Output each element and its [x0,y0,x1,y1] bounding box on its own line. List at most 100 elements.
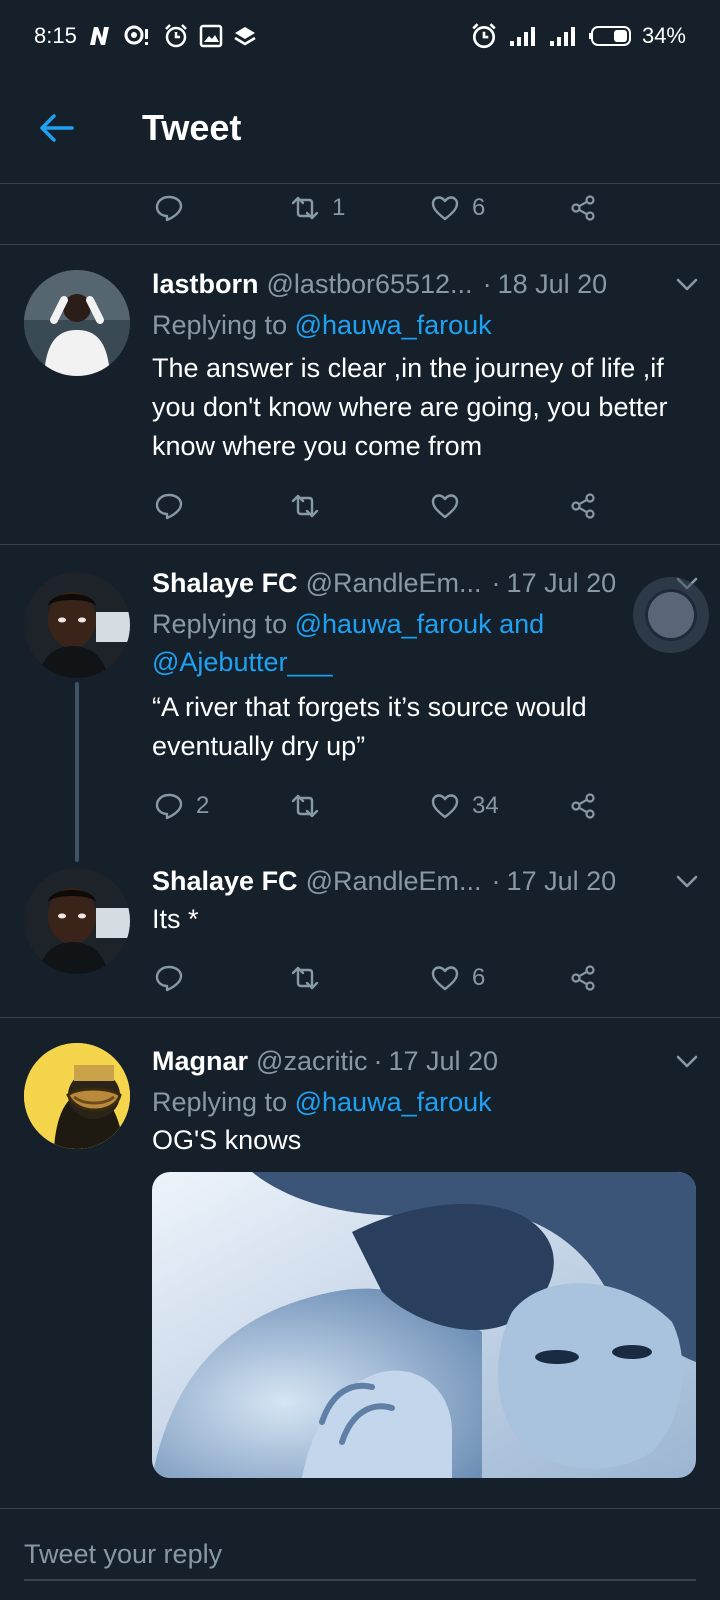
reply-button[interactable] [154,188,184,228]
tweet-actions [150,486,630,526]
author-handle[interactable]: @lastbor65512... [267,269,473,300]
retweet-count: 1 [332,194,346,221]
status-time: 8:15 [34,23,77,48]
chevron-down-icon [676,875,698,888]
retweet-button[interactable] [290,786,320,826]
avatar[interactable] [24,1043,130,1149]
share-icon [571,793,595,819]
share-button[interactable] [568,188,598,228]
share-icon [571,965,595,991]
signal-icon [508,23,538,49]
battery-percent: 34% [641,23,686,48]
tweet-header: Magnar @zacritic · 17 Jul 20 [152,1041,692,1081]
retweet-icon [291,196,319,220]
retweet-icon [291,494,319,518]
divider [0,1017,720,1018]
like-button[interactable]: 6 [430,188,485,228]
more-options-button[interactable] [672,867,702,897]
tweet-header: Shalaye FC @RandleEm... · 17 Jul 20 [152,563,692,603]
replying-label: Replying to [152,1087,288,1117]
like-button[interactable]: 6 [430,958,485,998]
retweet-button[interactable] [290,486,320,526]
tweet-actions: 2 34 [150,786,630,826]
replying-label: Replying to [152,310,288,340]
signal-icon [548,23,578,49]
author-handle[interactable]: @RandleEm... [306,568,482,599]
tweet-header: lastborn @lastbor65512... · 18 Jul 20 [152,264,692,304]
reply-composer [0,1508,720,1600]
share-icon [571,493,595,519]
more-options-button[interactable] [672,270,702,300]
reply-count: 2 [196,792,210,819]
separator-dot: · [373,1045,383,1076]
tweet-text: “A river that forgets it’s source would … [152,692,587,761]
reply-button[interactable] [154,486,184,526]
separator-dot: · [491,567,501,598]
author-handle[interactable]: @zacritic [256,1046,367,1077]
scroll-handle-dot [648,592,694,638]
back-arrow-icon [40,113,74,142]
tweet-date: 18 Jul 20 [497,268,608,299]
retweet-button[interactable] [290,958,320,998]
battery-icon [588,23,632,49]
tweet-date: 17 Jul 20 [506,567,617,598]
share-button[interactable] [568,486,598,526]
reply-button[interactable]: 2 [154,786,209,826]
tweet-actions: 6 [150,958,630,998]
tweet-text: OG'S knows [152,1125,302,1155]
mention-link[interactable]: @hauwa_farouk [295,1087,492,1117]
layers-icon [233,23,257,49]
mention-link[interactable]: @hauwa_farouk [295,310,492,340]
share-icon [571,195,595,221]
separator-dot: · [491,865,501,896]
tweet-text: The answer is clear ,in the journey of l… [152,353,668,461]
like-button[interactable]: 34 [430,786,499,826]
like-count: 34 [472,792,499,819]
retweet-button[interactable]: 1 [290,188,345,228]
alarm-icon [470,23,498,49]
replying-to: Replying to @hauwa_farouk and @Ajebutter… [152,605,692,681]
reply-input[interactable] [24,1529,696,1581]
like-count: 6 [472,194,486,221]
replying-label: Replying to [152,609,288,639]
n-icon [87,23,113,49]
heart-icon [431,794,459,819]
floating-scroll-handle[interactable] [633,577,709,653]
author-name[interactable]: Shalaye FC [152,866,298,897]
tweet-header: Shalaye FC @RandleEm... · 17 Jul 20 [152,861,692,901]
divider [0,244,720,245]
alarm-icon [163,23,189,49]
divider [0,544,720,545]
more-options-button[interactable] [672,1047,702,1077]
avatar[interactable] [24,868,130,974]
reply-icon [155,195,183,222]
share-button[interactable] [568,958,598,998]
page-title: Tweet [142,106,242,148]
chevron-down-icon [676,1055,698,1068]
heart-icon [431,494,459,519]
author-name[interactable]: Magnar [152,1046,248,1077]
tweet-actions: 1 6 [150,188,630,228]
reply-button[interactable] [154,958,184,998]
heart-icon [431,196,459,221]
image-icon [199,23,223,49]
reply-icon [155,965,183,992]
tweet-date: 17 Jul 20 [388,1045,499,1076]
back-button[interactable] [26,98,86,158]
avatar[interactable] [24,270,130,376]
retweet-icon [291,966,319,990]
like-button[interactable] [430,486,460,526]
status-bar: 8:15 34% [0,0,720,72]
author-handle[interactable]: @RandleEm... [306,866,482,897]
author-name[interactable]: lastborn [152,269,259,300]
chat-icon [123,23,153,49]
author-name[interactable]: Shalaye FC [152,568,298,599]
tweet-date: 17 Jul 20 [506,865,617,896]
app-bar: Tweet [0,72,720,184]
share-button[interactable] [568,786,598,826]
avatar[interactable] [24,572,130,678]
chevron-down-icon [676,278,698,291]
tweet-image[interactable] [152,1172,696,1478]
like-count: 6 [472,964,486,991]
replying-to: Replying to @hauwa_farouk [152,306,692,344]
